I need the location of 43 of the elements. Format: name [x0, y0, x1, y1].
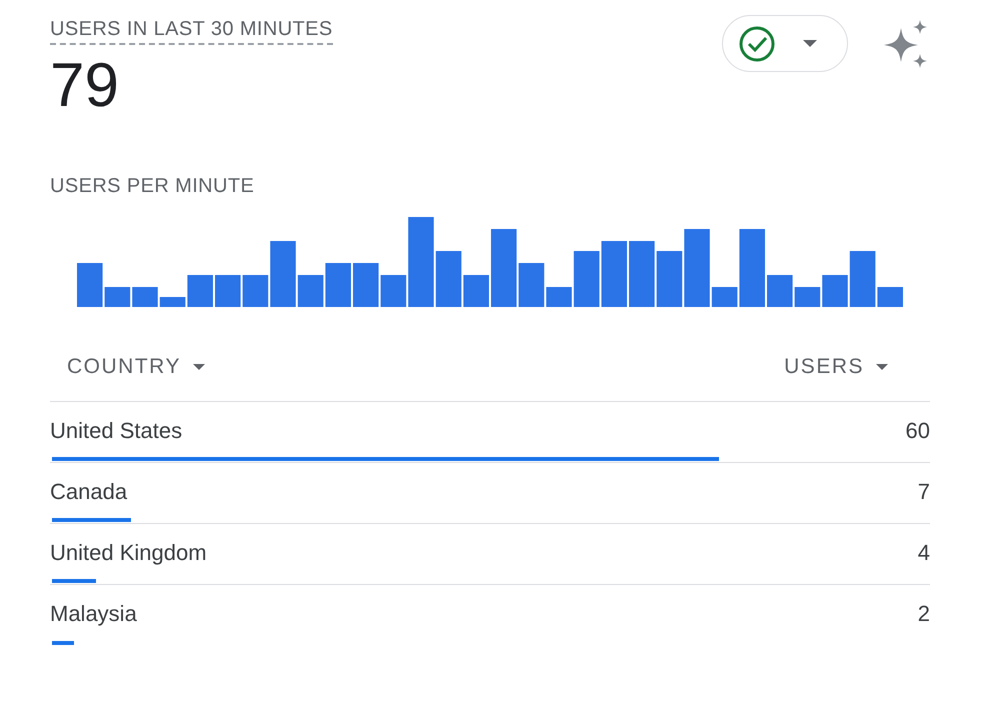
chart-bar [767, 275, 793, 307]
chart-bar [601, 241, 627, 307]
chart-bar [712, 287, 738, 307]
chart-bar [104, 287, 130, 307]
chart-bar [629, 241, 655, 307]
chart-bar [187, 275, 213, 307]
user-count: 79 [50, 51, 120, 121]
caret-icon [803, 40, 817, 47]
user-count-cell: 60 [906, 418, 930, 444]
chart-bar [132, 287, 158, 307]
chart-bar [242, 275, 268, 307]
card-title: USERS IN LAST 30 MINUTES [50, 18, 333, 45]
chart-bar [380, 275, 406, 307]
country-name: United States [50, 418, 182, 444]
user-count-cell: 4 [918, 540, 930, 566]
chart-bar [160, 297, 186, 307]
chart-bar [877, 287, 903, 307]
caret-icon [192, 364, 205, 370]
chart-bar [574, 251, 600, 307]
chart-bar [822, 275, 848, 307]
chart-bar [270, 241, 296, 307]
caret-icon [876, 364, 888, 370]
check-circle-icon [739, 26, 775, 62]
chart-bar [546, 287, 572, 307]
country-name: Malaysia [50, 601, 137, 627]
user-count-cell: 2 [918, 601, 930, 627]
chart-bar [436, 251, 462, 307]
country-name: Canada [50, 479, 128, 505]
country-name: United Kingdom [50, 540, 207, 566]
chart-bar [353, 263, 379, 307]
chart-bar [77, 263, 103, 307]
chart-bar [298, 275, 324, 307]
chart-bar [215, 275, 241, 307]
column-header[interactable]: COUNTRY [67, 355, 205, 379]
chart-bar [850, 251, 876, 307]
chart-bar [518, 263, 544, 307]
chart-title: USERS PER MINUTE [50, 175, 256, 198]
chart-bar [794, 287, 820, 307]
chart-bar [656, 251, 682, 307]
chart-bar [463, 275, 489, 307]
chart-bar [325, 263, 351, 307]
user-count-cell: 7 [918, 479, 930, 505]
column-header[interactable]: USERS [784, 355, 888, 379]
